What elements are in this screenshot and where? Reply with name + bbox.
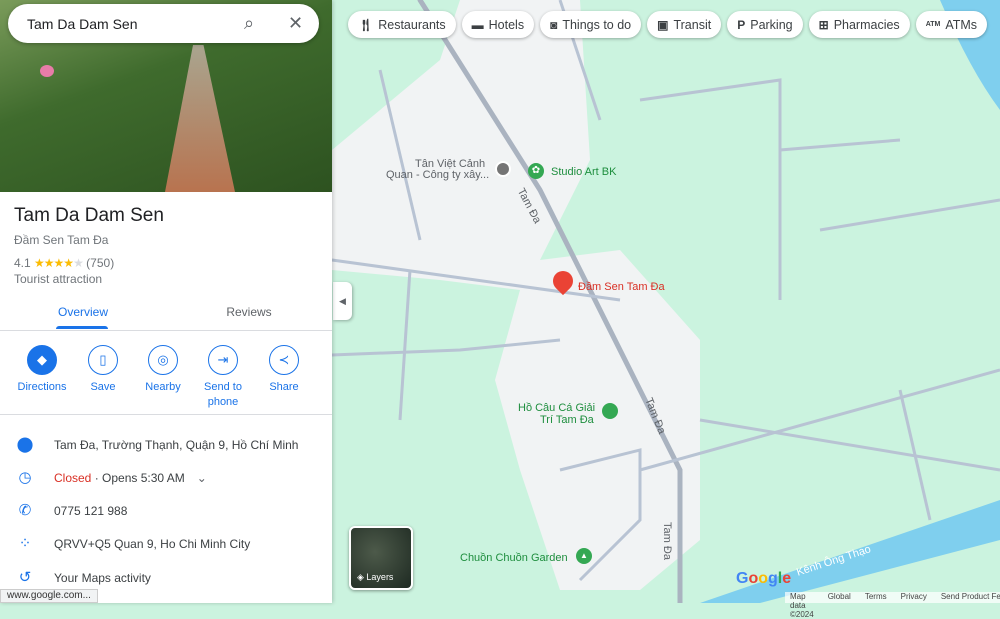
chip-label: ATMs [945,17,978,32]
chip-atms[interactable]: ATM ATMs [915,11,988,38]
history-icon: ↺ [18,569,32,586]
layers-text: Layers [366,572,394,582]
plus-code-row[interactable]: ⁘ QRVV+Q5 Quan 9, Ho Chi Minh City [0,529,332,559]
location-pin-icon: ⬤ [16,436,34,453]
category-chips: 🍴︎ Restaurants ▬ Hotels ◙ Things to do ▣ Tra… [348,11,988,38]
chevron-down-icon[interactable]: ⌄ [197,471,207,485]
road-label: Tam Đa [660,522,673,560]
search-input[interactable]: Tam Da Dam Sen [27,16,137,32]
chip-pharmacies[interactable]: ⊞ Pharmacies [808,11,910,38]
chip-hotels[interactable]: ▬ Hotels [461,11,535,38]
bookmark-icon: ▯ [88,345,118,375]
chip-label: Parking [750,17,793,32]
map-label[interactable]: Quan - Công ty xây... [386,169,489,181]
address-text: Tam Đa, Trường Thạnh, Quận 9, Hồ Chí Min… [54,438,299,452]
chevron-left-icon: ◀ [339,296,346,306]
camera-icon: ◙ [550,17,558,32]
map-label-studio[interactable]: Studio Art BK [551,166,616,178]
opening-hours: · Opens 5:30 AM [91,471,185,485]
directions-icon: ◆ [27,345,57,375]
share-icon: ≺ [269,345,299,375]
send-to-phone-button[interactable]: ⇥ Send to phone [193,345,253,410]
clock-icon: ◷ [18,469,32,486]
search-box[interactable]: Tam Da Dam Sen ⌕ ✕ [8,4,319,43]
chip-label: Transit [673,17,712,32]
phone-text: 0775 121 988 [54,504,128,518]
layers-button[interactable]: ◈ Layers [349,526,413,590]
chip-label: Things to do [562,17,632,32]
parking-icon: P [737,17,746,32]
chip-parking[interactable]: P Parking [727,11,803,38]
layers-label: ◈ Layers [357,572,393,583]
map-data-text: Map data ©2024 [790,592,814,619]
place-category[interactable]: Tourist attraction [14,272,102,286]
map-label-pin[interactable]: Đầm Sen Tam Đa [578,281,665,293]
bus-icon: ▣ [657,17,669,32]
chip-restaurants[interactable]: 🍴︎ Restaurants [348,11,456,38]
plus-code-icon: ⁘ [18,535,32,552]
phone-icon: ✆ [18,502,32,519]
close-icon[interactable]: ✕ [288,13,303,34]
rating[interactable]: 4.1 ★★★★★ (750) [14,256,114,270]
fork-knife-icon: 🍴︎ [358,17,374,32]
plus-code-text: QRVV+Q5 Quan 9, Ho Chi Minh City [54,537,251,551]
place-subtitle: Đầm Sen Tam Đa [14,233,109,247]
walkway-image [165,45,235,192]
star-rating-icon: ★★★★★ [34,256,84,270]
directions-button[interactable]: ◆ Directions [12,345,72,395]
privacy-link[interactable]: Privacy [901,592,927,603]
chip-label: Pharmacies [833,17,900,32]
status-bar-url: www.google.com... [0,589,98,603]
atm-icon: ATM [925,21,941,28]
address-row[interactable]: ⬤ Tam Đa, Trường Thạnh, Quận 9, Hồ Chí Mi… [0,430,332,460]
place-title: Tam Da Dam Sen [14,205,164,226]
map-label[interactable]: Hồ Câu Cá Giải [518,402,595,414]
collapse-panel-button[interactable]: ◀ [333,282,352,320]
place-panel: Tam Da Dam Sen ⌕ ✕ Tam Da Dam Sen Đầm Se… [0,0,332,603]
chip-things-to-do[interactable]: ◙ Things to do [540,11,642,38]
action-label: Nearby [145,381,181,393]
action-label: Directions [17,381,67,393]
divider [0,330,332,331]
fishing-poi-icon[interactable] [602,403,618,419]
closed-status: Closed [54,471,92,485]
terms-link[interactable]: Terms [865,592,887,603]
park-poi-icon[interactable]: ▲ [576,548,592,564]
global-link[interactable]: Global [828,592,851,603]
hours-row[interactable]: ◷ Closed · Opens 5:30 AM ⌄ [0,463,332,493]
google-logo: Google [736,570,792,587]
map-label[interactable]: Trí Tam Đa [540,414,594,426]
map-attribution: Map data ©2024 Global Terms Privacy Send… [785,592,1000,619]
poi-marker-icon[interactable] [495,161,511,177]
action-label: Share [269,381,299,393]
chip-transit[interactable]: ▣ Transit [647,11,722,38]
action-label: Save [90,381,116,393]
review-count[interactable]: (750) [86,256,114,270]
action-label: Send to phone [204,381,242,408]
pharmacy-icon: ⊞ [818,17,829,32]
chip-label: Restaurants [378,17,446,32]
tab-overview[interactable]: Overview [0,305,166,319]
rating-value: 4.1 [14,256,31,270]
bed-icon: ▬ [471,17,484,32]
nearby-icon: ◎ [148,345,178,375]
save-button[interactable]: ▯ Save [73,345,133,395]
chip-label: Hotels [488,17,525,32]
flower-poi-icon[interactable]: ✿ [528,163,544,179]
share-button[interactable]: ≺ Share [254,345,314,395]
tab-reviews[interactable]: Reviews [166,305,332,319]
divider [0,414,332,415]
map-label[interactable]: Chuồn Chuồn Garden [460,552,568,564]
layers-icon: ◈ [357,572,367,582]
phone-row[interactable]: ✆ 0775 121 988 [0,496,332,526]
nearby-button[interactable]: ◎ Nearby [133,345,193,395]
send-to-phone-icon: ⇥ [208,345,238,375]
lotus-flower-image [40,65,54,77]
feedback-link[interactable]: Send Product Feedback [941,592,1000,603]
maps-activity-text: Your Maps activity [54,571,151,585]
search-icon[interactable]: ⌕ [244,13,254,34]
hours-text: Closed · Opens 5:30 AM ⌄ [54,471,207,485]
active-tab-indicator [56,326,108,329]
